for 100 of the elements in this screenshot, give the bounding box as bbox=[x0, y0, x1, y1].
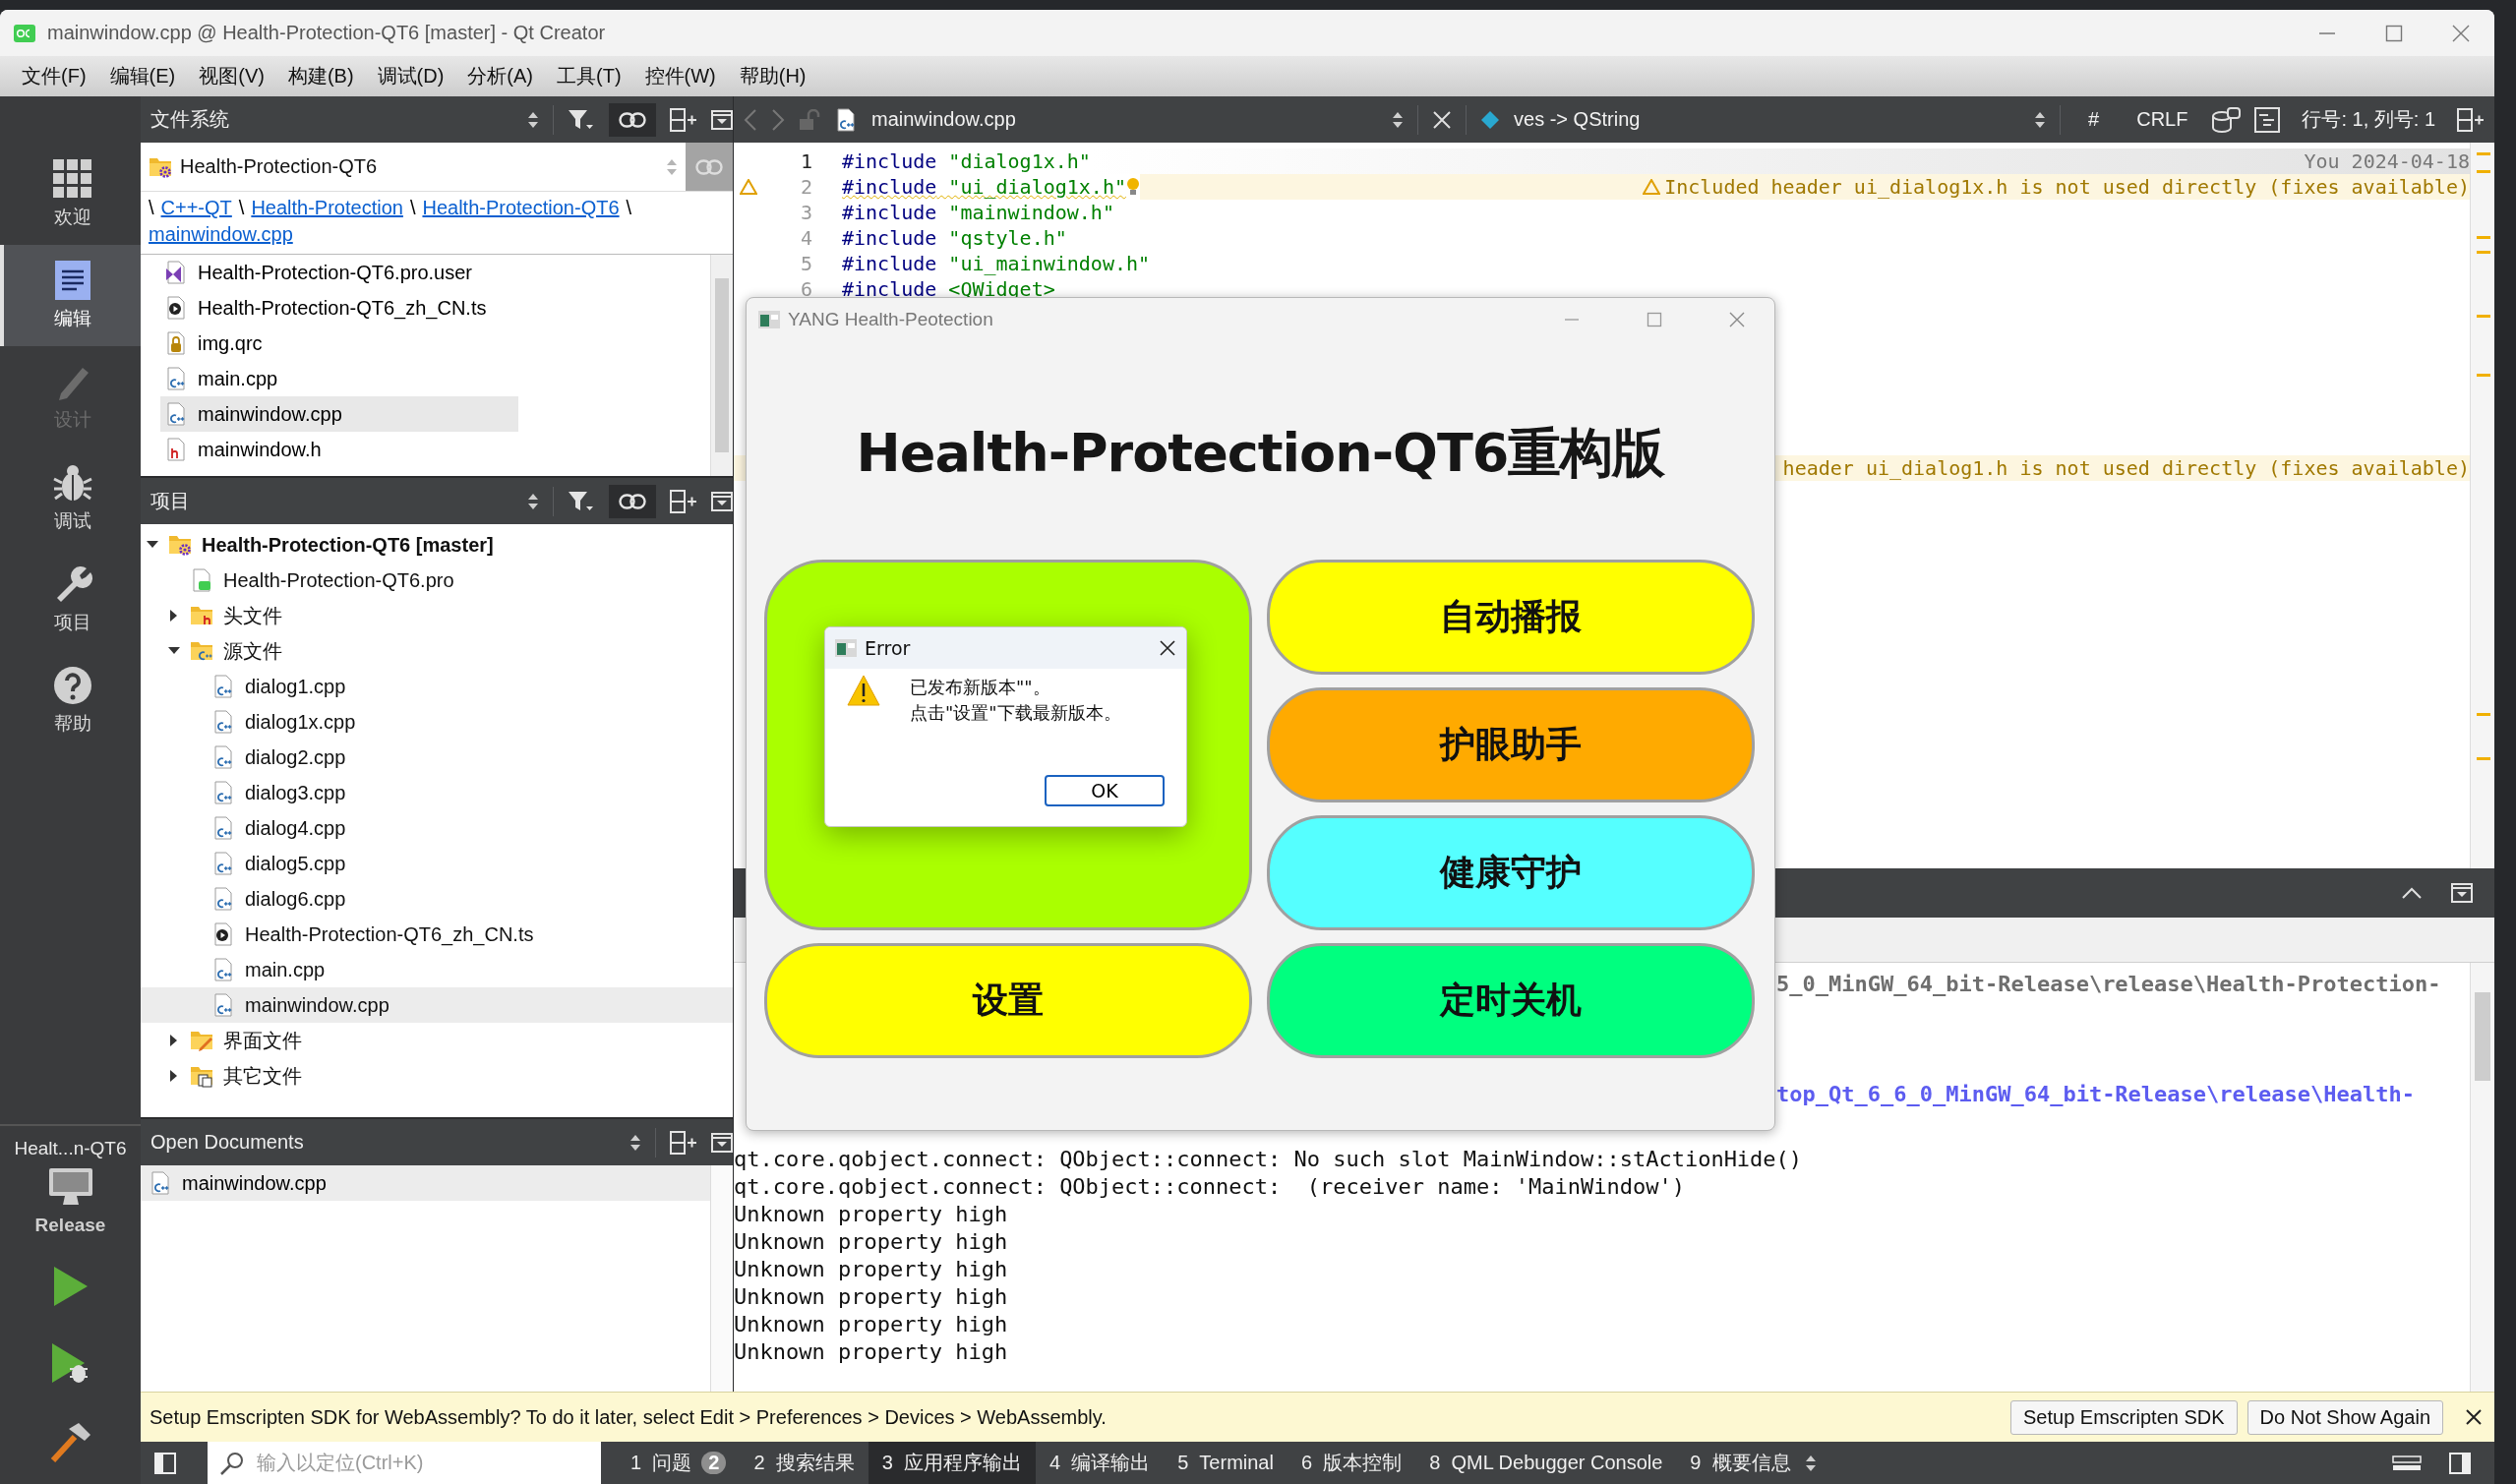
output-tab[interactable]: 3 应用程序输出 bbox=[868, 1442, 1036, 1484]
split-icon[interactable] bbox=[670, 489, 697, 513]
kit-project-label: Healt...n-QT6 bbox=[14, 1138, 127, 1159]
collapse-up-icon[interactable] bbox=[2402, 887, 2422, 899]
progress-icon[interactable] bbox=[2392, 1454, 2422, 1471]
maximize-icon[interactable] bbox=[1647, 312, 1662, 327]
output-tab[interactable]: 1 问题 2 bbox=[617, 1442, 741, 1484]
split-icon[interactable] bbox=[670, 107, 697, 132]
tree-item[interactable]: dialog6.cpp bbox=[141, 881, 733, 917]
menu-item[interactable]: 编辑(E) bbox=[97, 59, 188, 93]
close-pane-icon[interactable] bbox=[711, 1132, 733, 1153]
link-icon[interactable] bbox=[619, 111, 646, 128]
file-item[interactable]: main.cpp bbox=[160, 361, 518, 396]
tree-item[interactable]: 界面文件 bbox=[141, 1023, 733, 1058]
breadcrumb-link[interactable]: Health-Protection bbox=[251, 195, 403, 221]
tree-item[interactable]: dialog4.cpp bbox=[141, 810, 733, 846]
output-tab[interactable]: 6 版本控制 bbox=[1287, 1442, 1416, 1484]
menu-item[interactable]: 调试(D) bbox=[365, 59, 456, 93]
tree-item[interactable]: dialog1.cpp bbox=[141, 669, 733, 704]
tree-item[interactable]: 其它文件 bbox=[141, 1058, 733, 1094]
file-item[interactable]: img.qrc bbox=[160, 326, 518, 361]
close-pane-icon[interactable] bbox=[711, 491, 733, 511]
file-item[interactable]: mainwindow.cpp bbox=[160, 396, 518, 432]
tree-item[interactable]: 源文件 bbox=[141, 633, 733, 669]
output-tab[interactable]: 9 概要信息 bbox=[1676, 1442, 1805, 1484]
outline-icon[interactable] bbox=[2254, 106, 2281, 133]
encoding-hash[interactable]: # bbox=[2074, 108, 2114, 131]
run-icon[interactable] bbox=[52, 1266, 89, 1307]
debug-run-icon[interactable] bbox=[50, 1342, 90, 1386]
mode-button[interactable]: 欢迎 bbox=[0, 144, 141, 245]
menu-button[interactable]: 设置 bbox=[764, 943, 1252, 1058]
close-icon[interactable] bbox=[1159, 639, 1176, 657]
link-icon[interactable] bbox=[619, 493, 646, 509]
filter-icon[interactable] bbox=[568, 489, 595, 513]
menu-item[interactable]: 工具(T) bbox=[545, 59, 633, 93]
mode-button[interactable]: 帮助 bbox=[0, 650, 141, 751]
tree-item[interactable]: Health-Protection-QT6_zh_CN.ts bbox=[141, 917, 733, 952]
close-pane-icon[interactable] bbox=[711, 109, 733, 130]
line-ending[interactable]: CRLF bbox=[2127, 108, 2198, 131]
scrollbar[interactable] bbox=[710, 1165, 733, 1393]
menu-item[interactable]: 构建(B) bbox=[275, 59, 366, 93]
close-pane-icon[interactable] bbox=[2451, 883, 2473, 903]
info-button[interactable]: Setup Emscripten SDK bbox=[2010, 1399, 2238, 1435]
maximize-icon[interactable] bbox=[2385, 24, 2403, 42]
menu-button[interactable]: 自动播报 bbox=[1267, 560, 1755, 675]
tree-item[interactable]: main.cpp bbox=[141, 952, 733, 987]
scrollbar[interactable] bbox=[710, 255, 733, 476]
menu-button[interactable]: 健康守护 bbox=[1267, 815, 1755, 930]
locator-field[interactable]: 输入以定位(Ctrl+K) bbox=[208, 1442, 601, 1484]
menu-item[interactable]: 文件(F) bbox=[10, 59, 98, 93]
tree-item[interactable]: Health-Protection-QT6 [master] bbox=[141, 527, 733, 563]
split-icon[interactable] bbox=[670, 1130, 697, 1155]
menu-item[interactable]: 控件(W) bbox=[632, 59, 728, 93]
tree-item[interactable]: Health-Protection-QT6.pro bbox=[141, 563, 733, 598]
panel-title: Open Documents bbox=[150, 1131, 305, 1154]
monitor-icon[interactable] bbox=[47, 1167, 93, 1207]
document-item[interactable]: mainwindow.cpp bbox=[141, 1165, 710, 1201]
tree-item[interactable]: dialog3.cpp bbox=[141, 775, 733, 810]
mode-button[interactable]: 项目 bbox=[0, 549, 141, 650]
close-icon[interactable] bbox=[2465, 1408, 2483, 1427]
warning-annotation: Included header ui_dialog1x.h is not used directly (fixes available) bbox=[1664, 175, 2470, 199]
line-number: 2 bbox=[799, 175, 813, 199]
file-name[interactable]: mainwindow.cpp bbox=[871, 108, 1379, 131]
tree-item[interactable]: mainwindow.cpp bbox=[141, 987, 733, 1023]
file-item[interactable]: Health-Protection-QT6.pro.user bbox=[160, 255, 518, 290]
scrollbar[interactable] bbox=[2470, 963, 2494, 1393]
tree-item[interactable]: dialog1x.cpp bbox=[141, 704, 733, 740]
symbol-name[interactable]: ves -> QString bbox=[1514, 108, 2021, 131]
scrollbar[interactable] bbox=[2470, 143, 2494, 868]
database-icon[interactable] bbox=[2211, 106, 2242, 133]
mode-button[interactable]: 调试 bbox=[0, 447, 141, 549]
panel-toggle-icon[interactable] bbox=[2449, 1452, 2471, 1474]
hammer-icon[interactable] bbox=[48, 1421, 92, 1462]
cpp-file-icon bbox=[211, 710, 235, 734]
menu-button[interactable]: 定时关机 bbox=[1267, 943, 1755, 1058]
breadcrumb-link[interactable]: Health-Protection-QT6 bbox=[422, 195, 620, 221]
output-tab[interactable]: 8 QML Debugger Console bbox=[1415, 1442, 1677, 1484]
output-tab[interactable]: 2 搜索结果 bbox=[740, 1442, 869, 1484]
menu-item[interactable]: 帮助(H) bbox=[727, 59, 818, 93]
info-button[interactable]: Do Not Show Again bbox=[2246, 1399, 2443, 1435]
breadcrumb-link[interactable]: mainwindow.cpp bbox=[149, 221, 293, 248]
file-item[interactable]: mainwindow.h bbox=[160, 432, 518, 467]
output-tab[interactable]: 5 Terminal bbox=[1164, 1442, 1288, 1484]
menu-item[interactable]: 视图(V) bbox=[187, 59, 276, 93]
file-item[interactable]: Health-Protection-QT6_zh_CN.ts bbox=[160, 290, 518, 326]
output-link[interactable]: top_Qt_6_6_0_MinGW_64_bit-Release\release\Health- bbox=[1776, 1081, 2470, 1108]
ok-button[interactable]: OK bbox=[1045, 775, 1165, 806]
path-separator: \ bbox=[626, 196, 632, 220]
tree-item[interactable]: dialog5.cpp bbox=[141, 846, 733, 881]
sidebar-toggle-icon[interactable] bbox=[154, 1452, 176, 1474]
menu-button[interactable]: 护眼助手 bbox=[1267, 687, 1755, 802]
grid-icon bbox=[52, 158, 92, 199]
menu-item[interactable]: 分析(A) bbox=[455, 59, 545, 93]
output-tab[interactable]: 4 编译输出 bbox=[1035, 1442, 1165, 1484]
filter-icon[interactable] bbox=[568, 107, 595, 132]
split-icon[interactable] bbox=[2457, 107, 2485, 132]
tree-item[interactable]: 头文件 bbox=[141, 598, 733, 633]
tree-item[interactable]: dialog2.cpp bbox=[141, 740, 733, 775]
mode-button[interactable]: 编辑 bbox=[0, 245, 141, 346]
breadcrumb-link[interactable]: C++-QT bbox=[160, 195, 232, 221]
